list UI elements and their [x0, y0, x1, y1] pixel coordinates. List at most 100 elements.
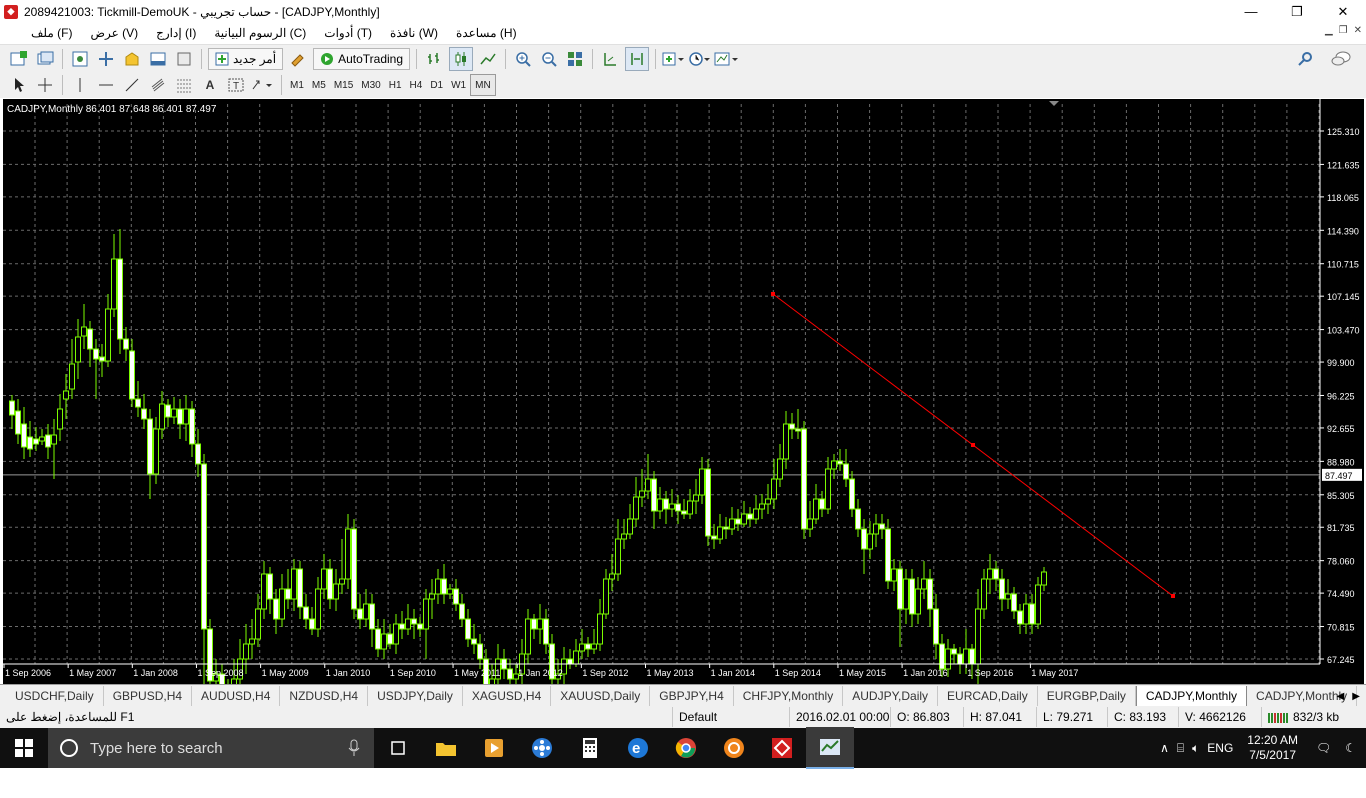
task-view-icon[interactable]	[374, 728, 422, 768]
tab-usdjpy-daily[interactable]: USDJPY,Daily	[368, 686, 463, 706]
tab-eurcad-daily[interactable]: EURCAD,Daily	[938, 686, 1038, 706]
new-order-button[interactable]: أمر جديد	[208, 48, 284, 70]
edge-browser-icon[interactable]: e	[614, 728, 662, 768]
menu-help[interactable]: مساعدة (H)	[447, 26, 526, 40]
tab-nzdusd-h4[interactable]: NZDUSD,H4	[280, 686, 369, 706]
timeframe-w1[interactable]: W1	[447, 75, 470, 95]
volume-icon[interactable]: 🔈︎	[1192, 741, 1199, 756]
menu-insert[interactable]: إدارج (I)	[147, 26, 205, 40]
mdi-close-icon[interactable]: ✕	[1354, 25, 1362, 36]
timeframe-m30[interactable]: M30	[357, 75, 384, 95]
clock[interactable]: 12:20 AM 7/5/2017	[1247, 733, 1298, 763]
menu-file[interactable]: ملف (F)	[22, 26, 81, 40]
timeframe-h4[interactable]: H4	[406, 75, 427, 95]
terminal-icon[interactable]	[147, 48, 169, 70]
profiles-icon[interactable]	[34, 48, 56, 70]
candle-bear	[1017, 610, 1023, 625]
tab-gbpusd-h4[interactable]: GBPUSD,H4	[104, 686, 193, 706]
arrows-icon[interactable]	[251, 74, 275, 96]
taskbar-search[interactable]: Type here to search	[48, 728, 374, 768]
tab-usdchf-daily[interactable]: USDCHF,Daily	[6, 686, 104, 706]
menu-view[interactable]: عرض (V)	[81, 26, 147, 40]
cursor-icon[interactable]	[8, 74, 30, 96]
tab-audjpy-daily[interactable]: AUDJPY,Daily	[843, 686, 939, 706]
mdi-restore-icon[interactable]: ❐	[1339, 25, 1348, 36]
menu-window[interactable]: نافذة (W)	[381, 26, 447, 40]
menu-charts[interactable]: الرسوم البيانية (C)	[205, 26, 315, 40]
tab-scroll-left-icon[interactable]: ◀	[1337, 691, 1345, 702]
trendline	[771, 292, 1175, 598]
close-button[interactable]: ✕	[1320, 0, 1366, 23]
chart-shift-icon[interactable]	[625, 47, 650, 71]
orange-gear-app-icon[interactable]	[710, 728, 758, 768]
mdi-minimize-icon[interactable]: ▁	[1325, 25, 1333, 36]
tickmill-app-icon[interactable]	[758, 728, 806, 768]
notifications-icon[interactable]: 🗨︎	[1316, 741, 1331, 755]
metaeditor-icon[interactable]	[287, 48, 309, 70]
timeframe-m15[interactable]: M15	[330, 75, 357, 95]
price-chart[interactable]: 125.310 121.635 118.065 114.390 110.715 107.1…	[3, 99, 1364, 747]
timeframe-m5[interactable]: M5	[308, 75, 330, 95]
file-explorer-icon[interactable]	[422, 728, 470, 768]
calculator-icon[interactable]	[566, 728, 614, 768]
tab-gbpjpy-h4[interactable]: GBPJPY,H4	[650, 686, 734, 706]
vertical-line-icon[interactable]	[69, 74, 91, 96]
strategy-tester-icon[interactable]	[173, 48, 195, 70]
timeframe-h1[interactable]: H1	[385, 75, 406, 95]
auto-scroll-icon[interactable]	[599, 48, 621, 70]
horizontal-line-icon[interactable]	[95, 74, 117, 96]
minimize-button[interactable]: —	[1228, 0, 1274, 23]
indicators-icon[interactable]	[662, 48, 685, 70]
new-chart-icon[interactable]	[8, 48, 30, 70]
text-icon[interactable]: A	[199, 74, 221, 96]
status-traffic: 832/3 kb	[1261, 707, 1345, 727]
tab-chfjpy-monthly[interactable]: CHFJPY,Monthly	[734, 686, 844, 706]
text-label-icon[interactable]: T	[225, 74, 247, 96]
language-indicator[interactable]: ENG	[1207, 741, 1233, 755]
menu-tools[interactable]: أدوات (T)	[315, 26, 381, 40]
zoom-out-icon[interactable]	[538, 48, 560, 70]
channel-icon[interactable]	[147, 74, 169, 96]
crosshair-icon[interactable]	[34, 74, 56, 96]
tab-audusd-h4[interactable]: AUDUSD,H4	[192, 686, 281, 706]
navigator-icon[interactable]	[121, 48, 143, 70]
candlestick-icon[interactable]	[449, 47, 474, 71]
bar-chart-icon[interactable]	[423, 48, 445, 70]
tab-xagusd-h4[interactable]: XAGUSD,H4	[463, 686, 552, 706]
data-window-icon[interactable]	[95, 48, 117, 70]
tab-xauusd-daily[interactable]: XAUUSD,Daily	[551, 686, 651, 706]
chart-grid	[3, 101, 1320, 664]
chart-area[interactable]: 125.310 121.635 118.065 114.390 110.715 107.1…	[3, 99, 1364, 747]
start-button[interactable]	[0, 728, 48, 768]
templates-icon[interactable]	[714, 48, 739, 70]
microphone-icon[interactable]	[348, 739, 360, 757]
periods-icon[interactable]	[688, 48, 711, 70]
network-icon[interactable]: ⌸	[1177, 741, 1184, 756]
chrome-browser-icon[interactable]	[662, 728, 710, 768]
tab-scroll-right-icon[interactable]: ▶	[1352, 691, 1360, 702]
search-icon[interactable]	[1294, 48, 1316, 70]
tray-expand-icon[interactable]: ∧	[1160, 741, 1169, 755]
tab-cadjpy-monthly-active[interactable]: CADJPY,Monthly	[1135, 685, 1248, 707]
timeframe-d1[interactable]: D1	[426, 75, 447, 95]
candle-bull	[279, 588, 285, 620]
timeframe-mn[interactable]: MN	[470, 74, 496, 96]
metatrader-app-icon[interactable]	[806, 727, 854, 769]
market-watch-icon[interactable]	[69, 48, 91, 70]
tab-eurgbp-daily[interactable]: EURGBP,Daily	[1038, 686, 1136, 706]
restore-button[interactable]: ❐	[1274, 0, 1320, 23]
zoom-in-icon[interactable]	[512, 48, 534, 70]
chat-icon[interactable]	[1330, 48, 1352, 70]
trendline-icon[interactable]	[121, 74, 143, 96]
candle-bull	[915, 588, 921, 615]
timeframe-m1[interactable]: M1	[286, 75, 308, 95]
night-light-icon[interactable]: ☾	[1345, 741, 1356, 755]
fibonacci-icon[interactable]	[173, 74, 195, 96]
tile-windows-icon[interactable]	[564, 48, 586, 70]
film-reel-icon[interactable]	[518, 728, 566, 768]
media-player-icon[interactable]	[470, 728, 518, 768]
date-label: 1 Sep 2010	[390, 668, 436, 678]
search-circle-icon	[60, 739, 78, 757]
autotrading-button[interactable]: AutoTrading	[313, 48, 411, 70]
line-chart-icon[interactable]	[477, 48, 499, 70]
